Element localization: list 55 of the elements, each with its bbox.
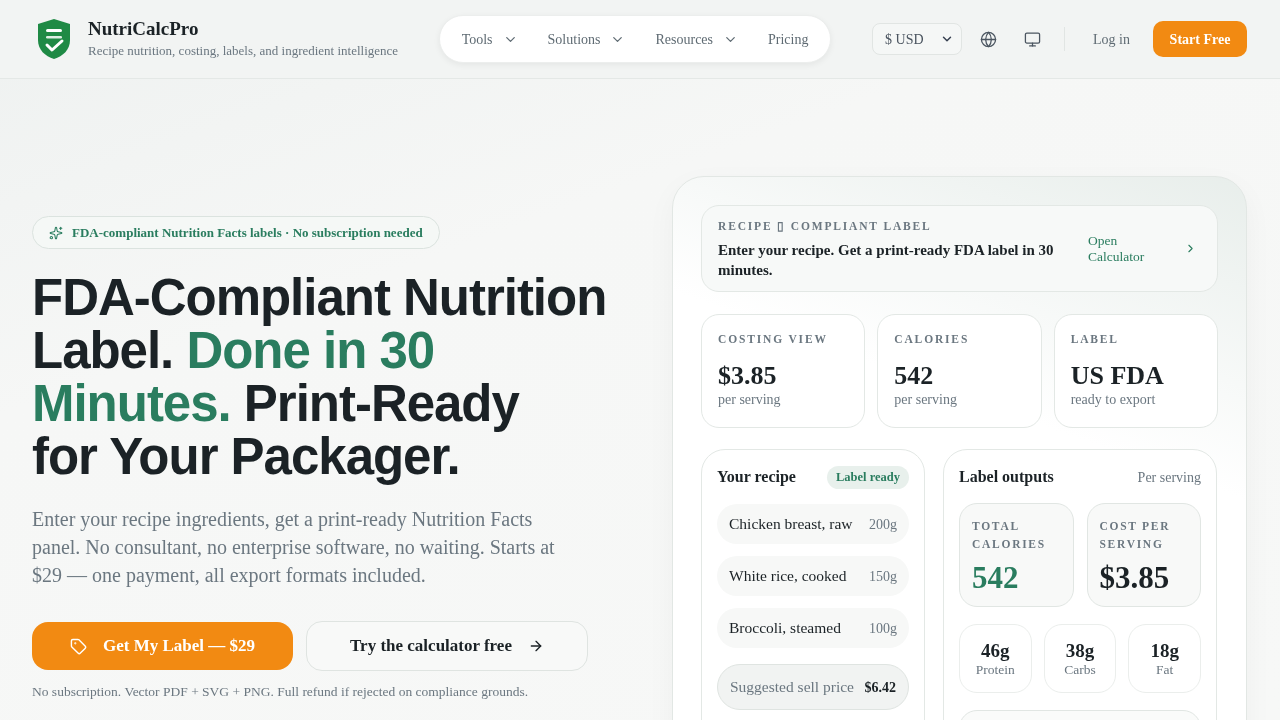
macro-value: 46g [981, 639, 1010, 662]
stat-label: LABEL [1070, 332, 1120, 347]
stat-caption: ready to export [1070, 391, 1157, 409]
currency-select[interactable]: $ USD [872, 23, 963, 55]
recipe-title: Your recipe [717, 467, 796, 488]
sparkle-icon [49, 225, 63, 240]
monitor-icon[interactable] [1024, 30, 1042, 48]
open-calculator-link[interactable]: Open Calculator [1088, 232, 1160, 265]
ingredient-amount: 200g [869, 515, 897, 534]
ingredient-row[interactable]: Chicken breast, raw 200g [717, 504, 909, 544]
total-label: TOTAL CALORIES [972, 519, 1047, 552]
outputs-basis: Per serving [1137, 468, 1201, 487]
login-link[interactable]: Log in [1093, 28, 1130, 50]
nav-menu-item[interactable]: Pricing [768, 28, 809, 50]
sell-price-value: $6.42 [864, 678, 896, 697]
stat-label: CALORIES [894, 332, 971, 347]
macro-value: 18g [1150, 639, 1179, 662]
stat-label: COSTING VIEW [718, 332, 829, 347]
hero-headline: FDA-Compliant Nutrition Label. Done in 30 Minutes. Print-Ready for Your Packager. [32, 271, 607, 483]
nav-menu-item[interactable]: Solutions [547, 28, 626, 50]
macro-value: 38g [1065, 639, 1095, 662]
tag-icon [69, 637, 87, 655]
macro-label: Protein [975, 661, 1015, 678]
total-value: $3.85 [1099, 561, 1171, 595]
globe-icon[interactable] [980, 30, 998, 48]
ingredient-name: White rice, cooked [729, 566, 847, 587]
outputs-title: Label outputs [959, 467, 1054, 488]
macro-label: Fat [1156, 661, 1174, 678]
hero-description: Enter your recipe ingredients, get a print-ready Nutrition Facts panel. No consultant, no enterprise software, no waiting. Starts at $29 — one payment, all export formats included. [32, 507, 556, 589]
stat-caption: per serving [894, 391, 958, 409]
stat-value: US FDA [1070, 361, 1165, 391]
macro-label: Carbs [1064, 661, 1096, 678]
stat-caption: per serving [718, 391, 782, 409]
intro-text: Enter your recipe. Get a print-ready FDA label in 30 minutes. [718, 240, 1055, 280]
sell-price-label: Suggested sell price [730, 677, 854, 698]
ingredient-amount: 100g [869, 619, 897, 638]
brand-tagline: Recipe nutrition, costing, labels, and ingredient intelligence [88, 42, 399, 60]
badge-text: FDA-compliant Nutrition Facts labels · No subscription needed [72, 223, 423, 242]
stat-value: 542 [894, 361, 935, 391]
label-ready-badge: Label ready [827, 465, 909, 489]
total-value: 542 [972, 561, 1020, 595]
total-label: COST PER SERVING [1099, 519, 1172, 552]
ingredient-amount: 150g [869, 567, 897, 586]
stat-value: $3.85 [718, 361, 778, 391]
ingredient-name: Chicken breast, raw [729, 514, 853, 535]
intro-eyebrow: RECIPE ▯ COMPLIANT LABEL [718, 218, 933, 234]
brand-name: NutriCalcPro [88, 18, 200, 40]
try-calculator-button[interactable]: Try the calculator free [306, 621, 588, 671]
ingredient-name: Broccoli, steamed [729, 618, 841, 639]
nav-menu-item[interactable]: Tools [461, 28, 518, 50]
refund-note: No subscription. Vector PDF + SVG + PNG. Full refund if rejected on compliance grounds. [32, 683, 529, 701]
shield-check-logo-icon [37, 18, 71, 60]
nav-menu-item[interactable]: Resources [655, 28, 739, 50]
ingredient-row[interactable]: Broccoli, steamed 100g [717, 608, 909, 648]
ingredient-row[interactable]: White rice, cooked 150g [717, 556, 909, 596]
